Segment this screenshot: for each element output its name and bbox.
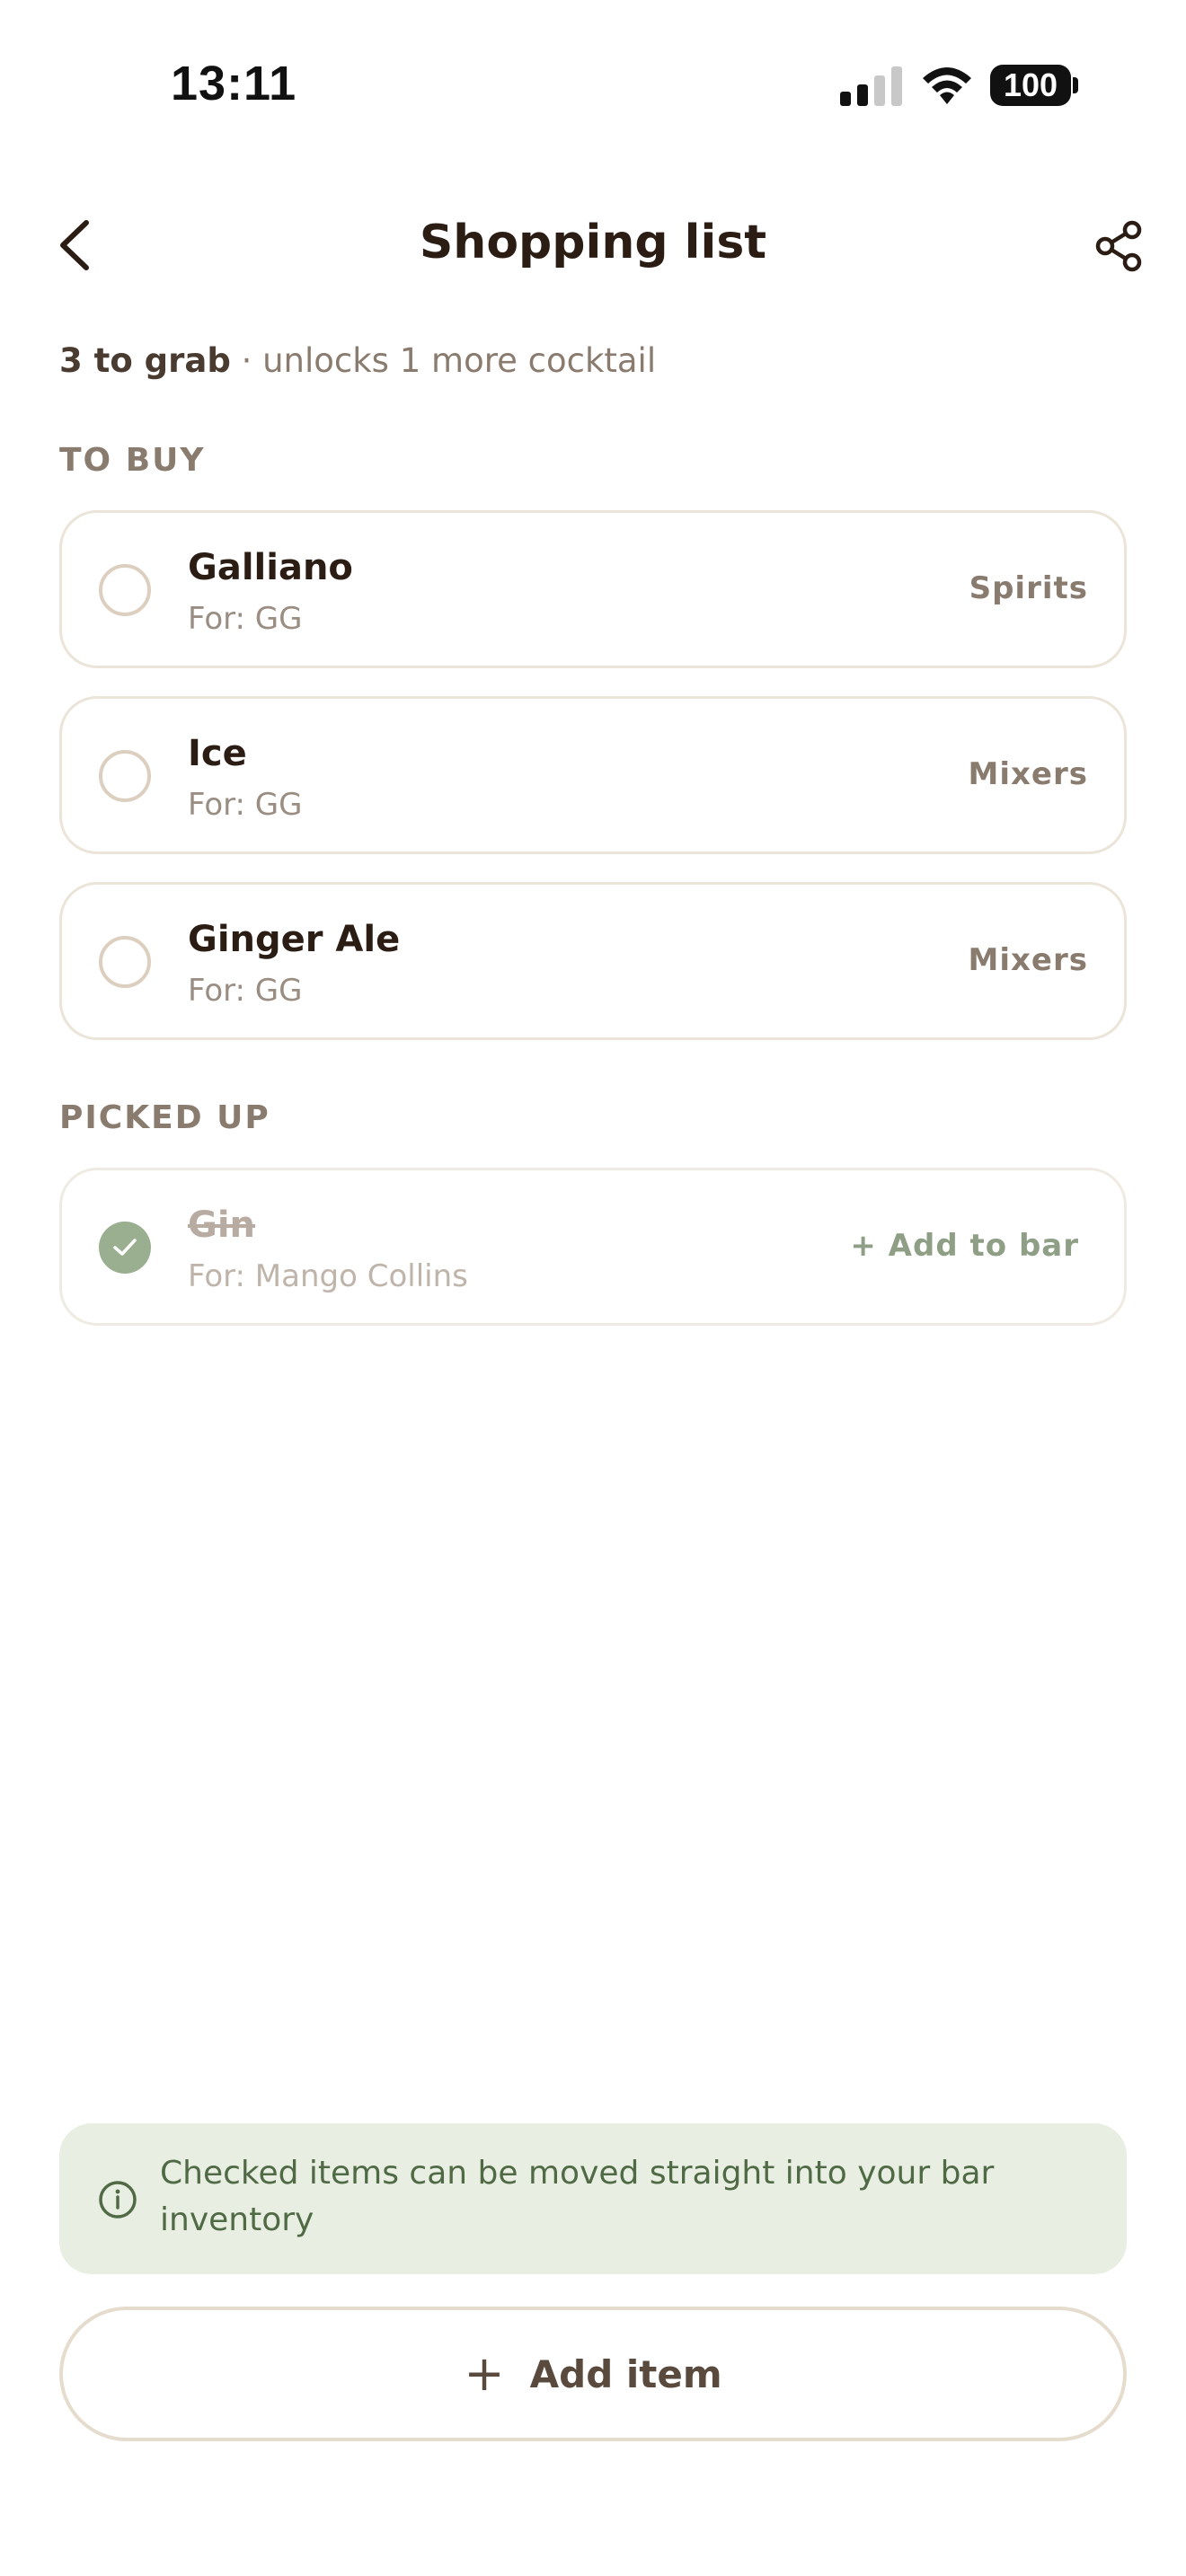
battery-level: 100 (990, 65, 1071, 106)
share-icon (1095, 220, 1142, 272)
item-checkbox-checked[interactable] (99, 1222, 151, 1274)
list-summary: 3 to grab · unlocks 1 more cocktail (59, 341, 656, 380)
list-item-checked[interactable]: Gin For: Mango Collins + Add to bar (59, 1168, 1127, 1326)
item-for: For: Mango Collins (188, 1258, 468, 1294)
page-title: Shopping list (419, 216, 767, 269)
list-item[interactable]: Ice For: GG Mixers (59, 696, 1127, 854)
item-checkbox[interactable] (99, 936, 151, 988)
section-label-to-buy: TO BUY (59, 442, 206, 479)
item-category: Mixers (968, 756, 1088, 792)
battery-nub (1073, 77, 1078, 93)
cellular-signal-icon (840, 66, 902, 106)
info-icon (99, 2181, 137, 2219)
section-label-picked-up: PICKED UP (59, 1099, 270, 1136)
item-name: Galliano (188, 547, 353, 588)
item-category: Spirits (969, 570, 1088, 606)
item-category: Mixers (968, 942, 1088, 978)
status-time: 13:11 (171, 57, 297, 110)
items-count: 3 to grab (59, 341, 231, 380)
add-item-label: Add item (529, 2351, 722, 2396)
summary-detail: · unlocks 1 more cocktail (230, 341, 657, 380)
add-item-button[interactable]: + Add item (59, 2307, 1127, 2441)
info-banner: Checked items can be moved straight into… (59, 2123, 1127, 2274)
list-item[interactable]: Galliano For: GG Spirits (59, 510, 1127, 668)
item-for: For: GG (188, 787, 303, 823)
list-item[interactable]: Ginger Ale For: GG Mixers (59, 882, 1127, 1040)
item-checkbox[interactable] (99, 750, 151, 802)
share-button[interactable] (1094, 219, 1145, 273)
item-name: Ice (188, 733, 247, 774)
item-checkbox[interactable] (99, 564, 151, 616)
nav-header: Shopping list (0, 180, 1186, 305)
add-to-bar-button[interactable]: + Add to bar (850, 1228, 1079, 1264)
plus-icon: + (464, 2345, 505, 2402)
battery-indicator: 100 (990, 65, 1080, 106)
item-for: For: GG (188, 973, 303, 1009)
checkmark-icon (113, 1239, 137, 1256)
status-bar: 13:11 100 (0, 0, 1186, 171)
item-name: Gin (188, 1204, 256, 1246)
item-name: Ginger Ale (188, 919, 401, 960)
wifi-icon (923, 67, 971, 104)
item-for: For: GG (188, 601, 303, 637)
info-text: Checked items can be moved straight into… (160, 2155, 995, 2238)
